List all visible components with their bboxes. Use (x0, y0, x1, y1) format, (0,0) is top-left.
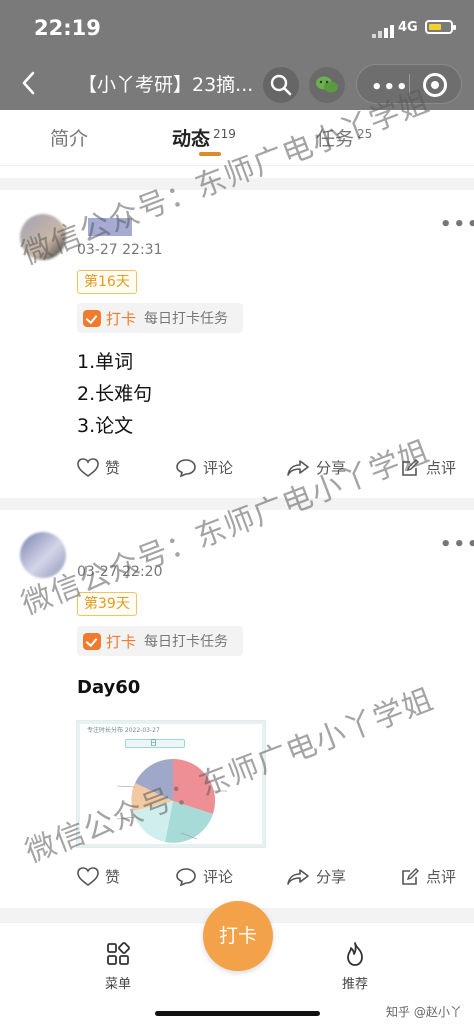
top-header: 22:19 4G 【小丫考研】23摘... ••• (0, 0, 474, 110)
grid-menu-icon (107, 942, 130, 965)
menu-button[interactable]: 菜单 (88, 941, 148, 992)
more-options-icon[interactable]: ••• (440, 534, 474, 555)
checkin-button[interactable]: 打卡 (203, 901, 273, 971)
post-content: 1.单词 2.长难句 3.论文 (77, 346, 152, 442)
like-button[interactable]: 赞 (77, 866, 120, 887)
content-line: 1.单词 (77, 351, 134, 373)
like-label: 赞 (105, 868, 121, 886)
review-button[interactable]: 点评 (400, 866, 456, 887)
menu-label: 菜单 (104, 977, 131, 992)
review-label: 点评 (426, 868, 457, 886)
username-blurred (88, 218, 132, 236)
post-time: 03-27 22:31 (77, 242, 163, 258)
search-button[interactable] (263, 67, 299, 103)
tab-tasks-count: 25 (357, 126, 373, 141)
edit-icon (402, 867, 419, 885)
section-divider (0, 498, 474, 510)
content-line: 2.长难句 (77, 383, 153, 405)
share-button[interactable]: 分享 (286, 866, 346, 887)
comment-icon (176, 458, 196, 477)
avatar[interactable] (20, 532, 66, 578)
checkin-calendar-icon (83, 633, 101, 650)
more-icon[interactable]: ••• (371, 77, 409, 98)
status-bar: 22:19 4G (0, 0, 474, 56)
task-description: 每日打卡任务 (144, 634, 228, 650)
close-target-icon[interactable] (423, 73, 447, 97)
page-title: 【小丫考研】23摘... (78, 74, 254, 96)
post-time: 03-27 22:20 (77, 564, 163, 580)
post-actions: 赞 评论 分享 点评 (0, 862, 474, 892)
comment-label: 评论 (203, 459, 234, 477)
signal-icon (372, 24, 394, 38)
back-arrow-icon[interactable] (18, 70, 40, 96)
task-description: 每日打卡任务 (144, 311, 228, 327)
nav-bar: 【小丫考研】23摘... ••• (0, 58, 474, 108)
post-card: 03-27 22:20 ••• 第39天 打卡 每日打卡任务 Day60 专注时… (0, 510, 474, 908)
post-card: 03-27 22:31 ••• 第16天 打卡 每日打卡任务 1.单词 2.长难… (0, 190, 474, 498)
share-icon (287, 868, 309, 885)
share-button[interactable]: 分享 (286, 457, 346, 478)
review-button[interactable]: 点评 (400, 457, 456, 478)
review-label: 点评 (426, 459, 457, 477)
source-watermark: 知乎 @赵小丫 (386, 1005, 462, 1019)
tab-active-indicator (199, 152, 221, 156)
content-line: Day60 (77, 677, 141, 698)
tab-feed[interactable]: 动态 219 (172, 124, 236, 151)
wechat-icon (316, 76, 338, 93)
recommend-button[interactable]: 推荐 (325, 941, 385, 992)
battery-icon (425, 20, 456, 34)
share-icon (287, 459, 309, 476)
avatar[interactable] (20, 214, 66, 260)
tab-bar: 简介 动态 219 任务 25 (0, 110, 474, 166)
status-time: 22:19 (34, 16, 101, 40)
tab-feed-label: 动态 (172, 128, 211, 150)
more-options-icon[interactable]: ••• (440, 214, 474, 235)
edit-icon (402, 458, 419, 476)
task-tag[interactable]: 打卡 每日打卡任务 (77, 626, 243, 656)
comment-label: 评论 (203, 868, 234, 886)
search-icon (270, 74, 292, 96)
pie-chart-graphic (116, 758, 227, 843)
recommend-label: 推荐 (341, 977, 368, 992)
network-type: 4G (398, 20, 418, 35)
share-label: 分享 (316, 459, 347, 477)
home-indicator (155, 1011, 320, 1016)
tab-intro[interactable]: 简介 (50, 124, 88, 151)
tab-intro-label: 简介 (50, 128, 89, 150)
task-tag[interactable]: 打卡 每日打卡任务 (77, 303, 243, 333)
tab-tasks-label: 任务 (316, 128, 355, 150)
content-line: 3.论文 (77, 415, 134, 437)
like-label: 赞 (105, 459, 121, 477)
task-label: 打卡 (106, 633, 137, 651)
share-label: 分享 (316, 868, 347, 886)
comment-button[interactable]: 评论 (175, 457, 233, 478)
comment-button[interactable]: 评论 (175, 866, 233, 887)
section-divider (0, 178, 474, 190)
flame-icon (347, 942, 363, 966)
tab-tasks[interactable]: 任务 25 (316, 124, 372, 151)
day-badge: 第16天 (77, 270, 137, 294)
bottom-bar: 菜单 打卡 推荐 知乎 @赵小丫 (0, 901, 474, 1026)
checkin-calendar-icon (83, 310, 101, 327)
comment-icon (176, 867, 196, 886)
post-content: Day60 (77, 672, 140, 704)
heart-icon (77, 457, 99, 477)
task-label: 打卡 (106, 310, 137, 328)
tab-feed-count: 219 (213, 126, 236, 141)
wechat-button[interactable] (309, 67, 345, 103)
capsule-divider (409, 74, 410, 96)
post-image-thumbnail[interactable]: 专注时长分布 2022-03-27 日 (76, 720, 266, 848)
checkin-label: 打卡 (218, 925, 257, 947)
heart-icon (77, 866, 99, 886)
like-button[interactable]: 赞 (77, 457, 120, 478)
day-badge: 第39天 (77, 592, 137, 616)
post-actions: 赞 评论 分享 点评 (0, 453, 474, 483)
miniprogram-capsule: ••• (356, 64, 462, 104)
